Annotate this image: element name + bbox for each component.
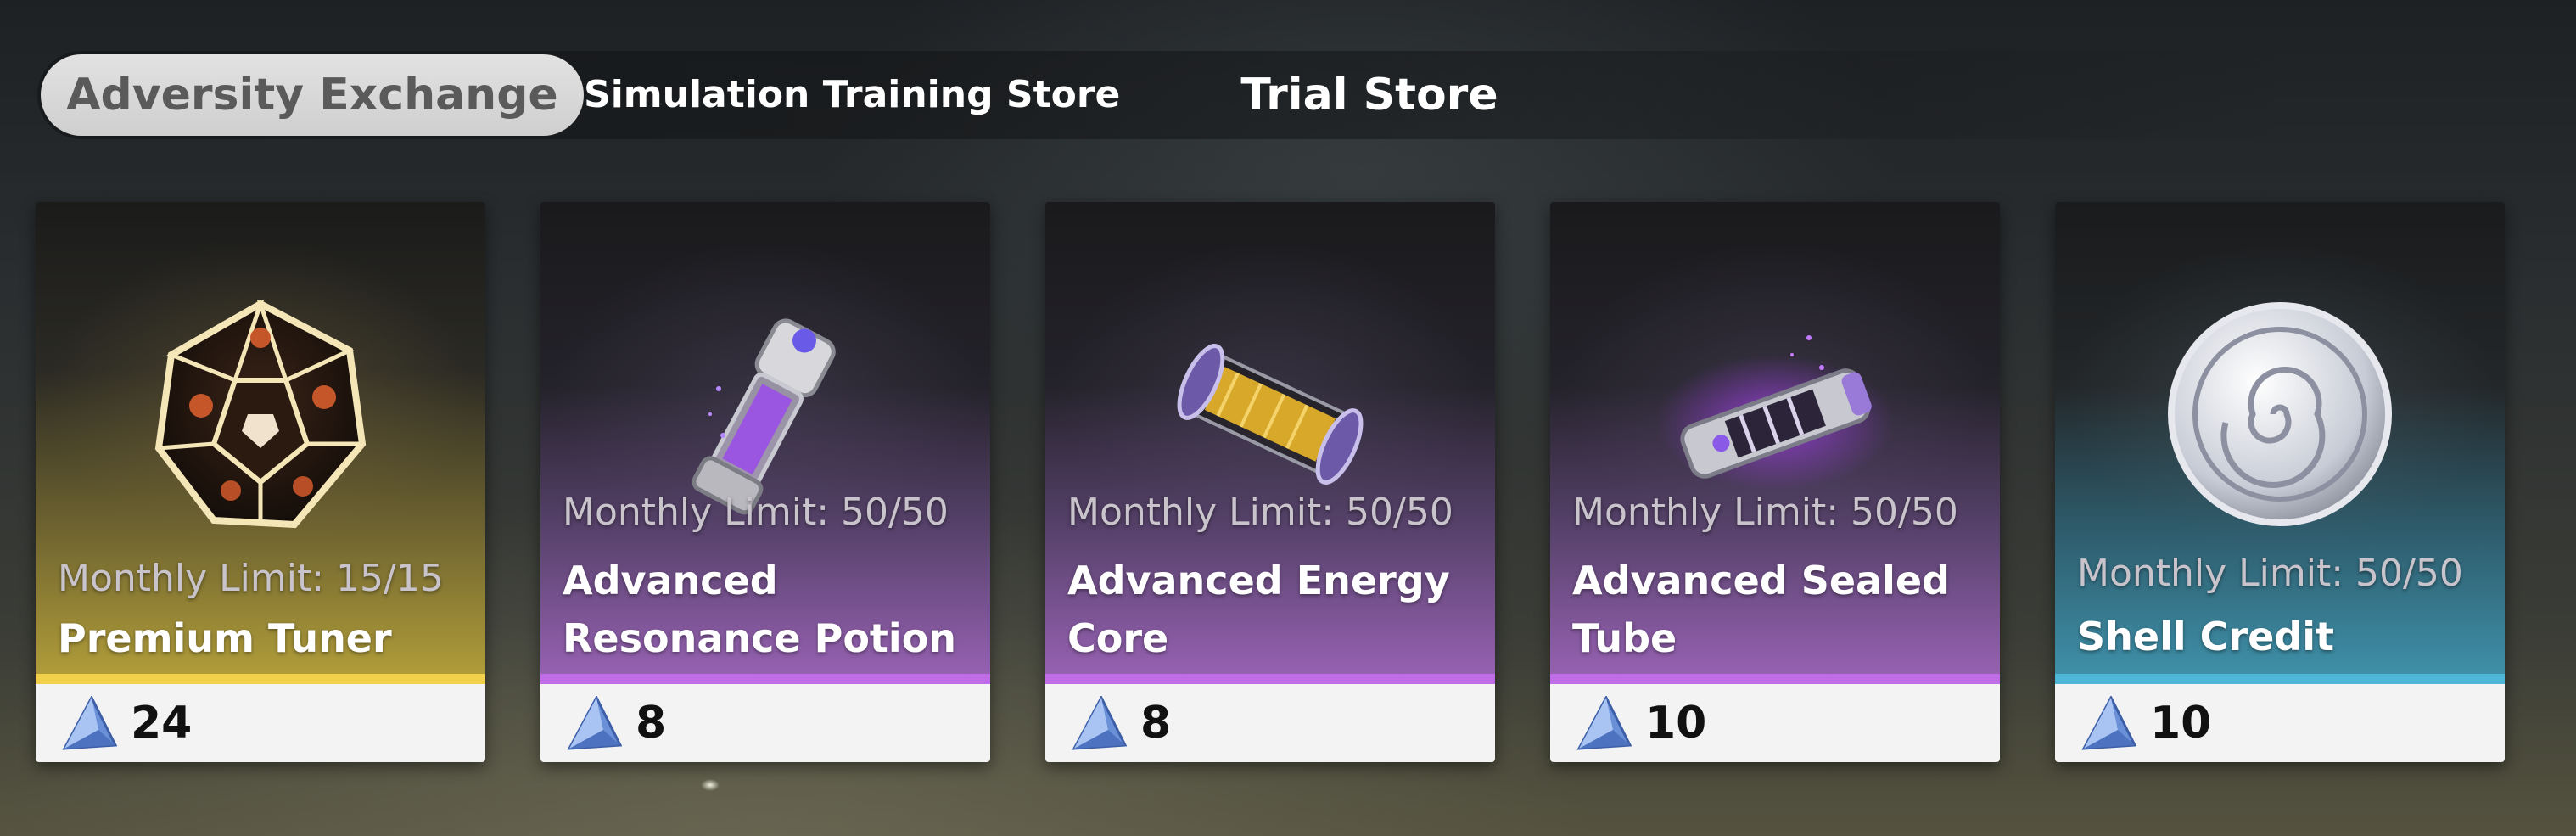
price-bar: 24	[36, 684, 485, 762]
crystal-gem-icon	[567, 696, 622, 750]
rarity-stripe	[36, 674, 485, 684]
price-bar: 8	[540, 684, 990, 762]
shop-item-advanced-resonance-potion[interactable]: Monthly Limit: 50/50 Advanced Resonance …	[540, 202, 990, 762]
store-tab-bar: Adversity Exchange Simulation Training S…	[37, 51, 2294, 139]
tab-adversity-exchange[interactable]: Adversity Exchange	[41, 54, 584, 136]
shop-item-premium-tuner[interactable]: Monthly Limit: 15/15 Premium Tuner x10 2…	[36, 202, 485, 762]
item-name: Advanced Resonance Potion	[563, 558, 957, 661]
shop-item-advanced-energy-core[interactable]: Monthly Limit: 50/50 Advanced Energy Cor…	[1045, 202, 1495, 762]
monthly-limit-label: Monthly Limit: 15/15	[58, 557, 444, 600]
shop-item-advanced-sealed-tube[interactable]: Monthly Limit: 50/50 Advanced Sealed Tub…	[1550, 202, 2000, 762]
crystal-gem-icon	[1576, 696, 1632, 750]
shop-item-shell-credit[interactable]: Monthly Limit: 50/50 Shell Credit x10000…	[2055, 202, 2505, 762]
shell-credit-icon	[2168, 302, 2392, 526]
crystal-gem-icon	[1072, 696, 1127, 750]
monthly-limit-label: Monthly Limit: 50/50	[563, 491, 949, 534]
monthly-limit-label: Monthly Limit: 50/50	[1572, 491, 1958, 534]
rarity-stripe	[2055, 674, 2505, 684]
crystal-gem-icon	[62, 696, 117, 750]
background-sparkle	[701, 779, 720, 791]
item-name: Advanced Energy Core	[1067, 558, 1450, 661]
item-price: 24	[131, 698, 193, 749]
item-price: 8	[636, 698, 667, 749]
tab-simulation-training-store[interactable]: Simulation Training Store	[584, 51, 1120, 139]
rarity-stripe	[1045, 674, 1495, 684]
tab-trial-store[interactable]: Trial Store	[1191, 51, 1548, 139]
rarity-stripe	[540, 674, 990, 684]
monthly-limit-label: Monthly Limit: 50/50	[2077, 552, 2463, 595]
premium-tuner-icon	[154, 299, 367, 529]
price-bar: 8	[1045, 684, 1495, 762]
rarity-stripe	[1550, 674, 2000, 684]
crystal-gem-icon	[2081, 696, 2136, 750]
item-price: 10	[2150, 698, 2212, 749]
item-price: 10	[1645, 698, 1707, 749]
price-bar: 10	[1550, 684, 2000, 762]
price-bar: 10	[2055, 684, 2505, 762]
item-name: Advanced Sealed Tube	[1572, 558, 1950, 661]
monthly-limit-label: Monthly Limit: 50/50	[1067, 491, 1453, 534]
item-price: 8	[1140, 698, 1172, 749]
